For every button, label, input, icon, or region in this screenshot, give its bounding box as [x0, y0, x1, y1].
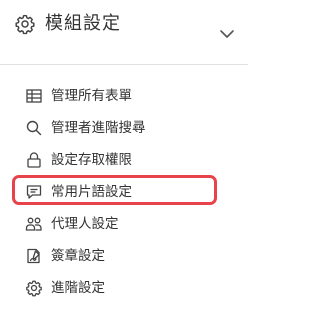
lock-icon [25, 151, 43, 169]
menu-item-advanced-settings[interactable]: 進階設定 [0, 272, 248, 304]
menu-item-label: 簽章設定 [51, 248, 105, 264]
menu-item-signature-settings[interactable]: 簽章設定 [0, 240, 248, 272]
menu-item-common-phrases[interactable]: 常用片語設定 [0, 176, 248, 208]
gear-icon [25, 279, 43, 297]
module-settings-header[interactable]: 模組設定 [0, 0, 248, 64]
chat-icon [25, 183, 43, 201]
signature-icon [25, 247, 43, 265]
chevron-down-icon[interactable] [219, 24, 235, 38]
menu-item-access-permissions[interactable]: 設定存取權限 [0, 144, 248, 176]
menu-item-manage-forms[interactable]: 管理所有表單 [0, 80, 248, 112]
menu-item-advanced-search[interactable]: 管理者進階搜尋 [0, 112, 248, 144]
menu-item-label: 設定存取權限 [51, 152, 132, 168]
module-settings-panel: 模組設定 管理所有表單 管理者進階搜尋 設定存取權限 常用片語設定 代理人設定 … [0, 0, 248, 312]
menu-item-label: 代理人設定 [51, 216, 119, 232]
gear-icon [14, 13, 36, 35]
menu-item-label: 管理者進階搜尋 [51, 120, 146, 136]
menu-item-label: 進階設定 [51, 280, 105, 296]
menu-item-delegate-settings[interactable]: 代理人設定 [0, 208, 248, 240]
panel-title: 模組設定 [45, 13, 121, 34]
users-icon [25, 215, 43, 233]
search-icon [25, 119, 43, 137]
settings-menu: 管理所有表單 管理者進階搜尋 設定存取權限 常用片語設定 代理人設定 簽章設定 … [0, 80, 248, 304]
menu-item-label: 管理所有表單 [51, 88, 132, 104]
table-icon [25, 87, 43, 105]
header-divider [0, 64, 248, 65]
menu-item-label: 常用片語設定 [51, 184, 132, 200]
